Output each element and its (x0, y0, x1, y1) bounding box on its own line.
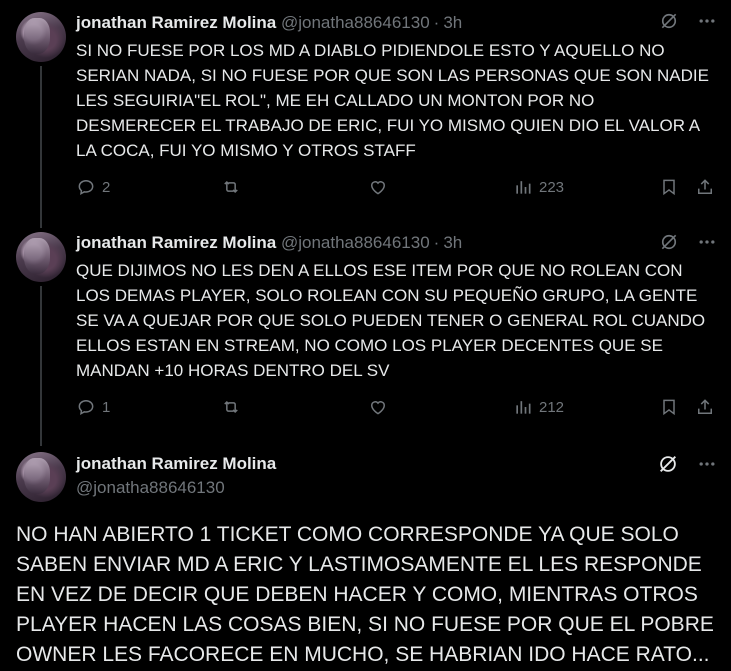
author-name[interactable]: jonathan Ramirez Molina (76, 454, 276, 474)
grok-icon[interactable] (659, 232, 679, 252)
tweet[interactable]: jonathan Ramirez Molina @jonatha88646130… (0, 228, 731, 448)
avatar[interactable] (16, 12, 66, 62)
author-name[interactable]: jonathan Ramirez Molina (76, 233, 276, 252)
like-button[interactable] (368, 177, 388, 197)
reply-button[interactable]: 1 (76, 397, 110, 417)
tweet-actions: 1 212 (76, 397, 716, 421)
reply-button[interactable]: 2 (76, 177, 110, 197)
share-button[interactable] (695, 177, 715, 197)
tweet-text: QUE DIJIMOS NO LES DEN A ELLOS ESE ITEM … (76, 261, 706, 380)
tweet-text: SI NO FUESE POR LOS MD A DIABLO PIDIENDO… (76, 41, 709, 160)
avatar[interactable] (16, 452, 66, 502)
share-button[interactable] (695, 397, 715, 417)
bookmark-icon (659, 397, 679, 417)
avatar[interactable] (16, 232, 66, 282)
views-count: 212 (539, 398, 565, 416)
author-name[interactable]: jonathan Ramirez Molina (76, 13, 276, 32)
more-icon[interactable] (697, 454, 717, 474)
like-button[interactable] (368, 397, 388, 417)
reply-icon (76, 397, 96, 417)
reply-count: 2 (102, 178, 111, 196)
bookmark-button[interactable] (659, 177, 679, 197)
more-icon[interactable] (697, 232, 717, 252)
views-count: 223 (539, 178, 565, 196)
grok-icon[interactable] (659, 11, 679, 31)
timestamp[interactable]: 3h (443, 13, 462, 32)
reply-icon (76, 177, 96, 197)
author-handle[interactable]: @jonatha88646130 (76, 478, 225, 498)
separator-dot: · (433, 233, 440, 252)
more-icon[interactable] (697, 11, 717, 31)
timestamp[interactable]: 3h (443, 233, 462, 252)
views-icon (513, 397, 533, 417)
views-button[interactable]: 223 (513, 177, 564, 197)
separator-dot: · (433, 13, 440, 32)
share-icon (695, 397, 715, 417)
bookmark-icon (659, 177, 679, 197)
tweet-actions: 2 223 (76, 177, 716, 201)
tweet[interactable]: jonathan Ramirez Molina @jonatha88646130… (0, 0, 731, 228)
tweet-header: jonathan Ramirez Molina @jonatha88646130… (76, 13, 462, 33)
retweet-button[interactable] (220, 397, 242, 417)
grok-icon[interactable] (657, 453, 679, 475)
share-icon (695, 177, 715, 197)
author-handle[interactable]: @jonatha88646130 (281, 13, 430, 32)
author-handle[interactable]: @jonatha88646130 (281, 233, 430, 252)
retweet-icon (220, 177, 242, 197)
focal-tweet: jonathan Ramirez Molina @jonatha88646130… (0, 448, 731, 671)
views-icon (513, 177, 533, 197)
like-icon (368, 177, 388, 197)
like-icon (368, 397, 388, 417)
tweet-header: jonathan Ramirez Molina @jonatha88646130… (76, 233, 462, 253)
retweet-button[interactable] (220, 177, 242, 197)
reply-count: 1 (102, 398, 111, 416)
retweet-icon (220, 397, 242, 417)
bookmark-button[interactable] (659, 397, 679, 417)
views-button[interactable]: 212 (513, 397, 564, 417)
tweet-text: NO HAN ABIERTO 1 TICKET COMO CORRESPONDE… (16, 523, 714, 666)
